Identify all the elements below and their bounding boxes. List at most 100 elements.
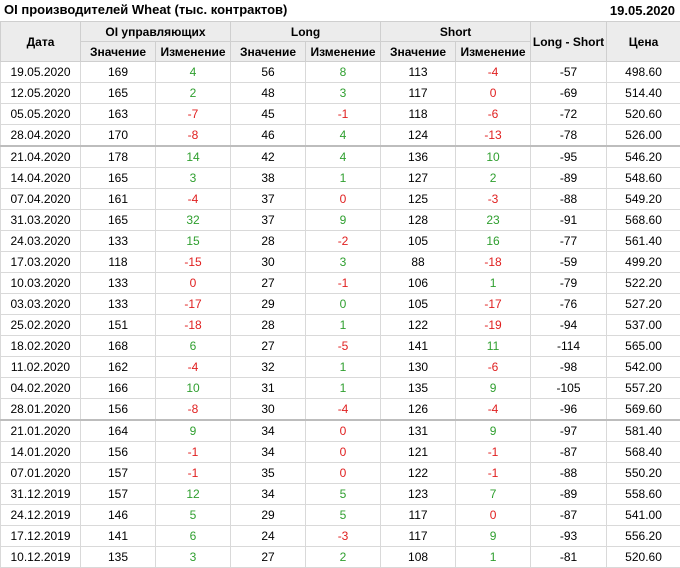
- table-row: 24.12.201914652951170-87541.00: [1, 505, 680, 526]
- cell-price: 548.60: [607, 168, 680, 189]
- table-row: 11.02.2020162-4321130-6-98542.00: [1, 357, 680, 378]
- cell-oi-value: 135: [81, 547, 156, 568]
- table-row: 14.01.2020156-1340121-1-87568.40: [1, 442, 680, 463]
- cell-long-value: 27: [231, 336, 306, 357]
- cell-oi-change: 2: [156, 83, 231, 104]
- cell-long-short: -89: [531, 484, 607, 505]
- cell-short-value: 122: [381, 463, 456, 484]
- header-row-group: Дата OI управляющих Long Short Long - Sh…: [1, 22, 680, 42]
- cell-long-value: 37: [231, 189, 306, 210]
- cell-long-change: 0: [306, 294, 381, 315]
- cell-short-value: 125: [381, 189, 456, 210]
- table-row: 31.12.2019157123451237-89558.60: [1, 484, 680, 505]
- cell-short-value: 135: [381, 378, 456, 399]
- cell-oi-change: 0: [156, 273, 231, 294]
- cell-oi-change: 14: [156, 146, 231, 168]
- table-row: 14.04.202016533811272-89548.60: [1, 168, 680, 189]
- cell-date: 21.04.2020: [1, 146, 81, 168]
- cell-long-short: -91: [531, 210, 607, 231]
- col-header-short-value: Значение: [381, 42, 456, 62]
- table-body: 19.05.20201694568113-4-57498.6012.05.202…: [1, 62, 680, 568]
- cell-price: 522.20: [607, 273, 680, 294]
- cell-price: 558.60: [607, 484, 680, 505]
- cell-long-short: -57: [531, 62, 607, 83]
- cell-price: 520.60: [607, 547, 680, 568]
- cell-long-value: 34: [231, 484, 306, 505]
- cell-date: 07.01.2020: [1, 463, 81, 484]
- oi-table: Дата OI управляющих Long Short Long - Sh…: [0, 21, 680, 568]
- cell-date: 04.02.2020: [1, 378, 81, 399]
- cell-short-change: 11: [456, 336, 531, 357]
- cell-oi-change: 32: [156, 210, 231, 231]
- cell-long-value: 56: [231, 62, 306, 83]
- cell-short-change: 1: [456, 273, 531, 294]
- cell-oi-value: 178: [81, 146, 156, 168]
- cell-oi-value: 169: [81, 62, 156, 83]
- cell-long-value: 32: [231, 357, 306, 378]
- cell-short-change: 1: [456, 547, 531, 568]
- cell-long-short: -59: [531, 252, 607, 273]
- cell-long-change: 5: [306, 505, 381, 526]
- cell-price: 569.60: [607, 399, 680, 421]
- cell-oi-change: -4: [156, 189, 231, 210]
- cell-oi-value: 118: [81, 252, 156, 273]
- cell-long-short: -88: [531, 189, 607, 210]
- cell-date: 28.04.2020: [1, 125, 81, 147]
- table-row: 24.03.20201331528-210516-77561.40: [1, 231, 680, 252]
- cell-long-short: -95: [531, 146, 607, 168]
- cell-date: 14.04.2020: [1, 168, 81, 189]
- cell-long-value: 35: [231, 463, 306, 484]
- cell-short-change: 7: [456, 484, 531, 505]
- cell-date: 21.01.2020: [1, 420, 81, 442]
- table-row: 17.03.2020118-1530388-18-59499.20: [1, 252, 680, 273]
- cell-oi-change: -7: [156, 104, 231, 125]
- cell-oi-value: 163: [81, 104, 156, 125]
- cell-short-change: -18: [456, 252, 531, 273]
- cell-short-value: 105: [381, 294, 456, 315]
- cell-oi-value: 166: [81, 378, 156, 399]
- cell-short-change: 9: [456, 378, 531, 399]
- cell-oi-change: -15: [156, 252, 231, 273]
- page-title: OI производителей Wheat (тыс. контрактов…: [4, 2, 287, 17]
- cell-long-change: 1: [306, 378, 381, 399]
- cell-long-short: -76: [531, 294, 607, 315]
- table-row: 07.04.2020161-4370125-3-88549.20: [1, 189, 680, 210]
- cell-date: 28.01.2020: [1, 399, 81, 421]
- cell-long-value: 46: [231, 125, 306, 147]
- cell-short-change: -4: [456, 62, 531, 83]
- table-row: 10.03.2020133027-11061-79522.20: [1, 273, 680, 294]
- cell-date: 31.03.2020: [1, 210, 81, 231]
- cell-date: 24.12.2019: [1, 505, 81, 526]
- cell-price: 520.60: [607, 104, 680, 125]
- col-header-long-short: Long - Short: [531, 22, 607, 62]
- cell-short-value: 141: [381, 336, 456, 357]
- cell-long-change: -4: [306, 399, 381, 421]
- cell-short-value: 108: [381, 547, 456, 568]
- cell-long-short: -87: [531, 442, 607, 463]
- table-row: 25.02.2020151-18281122-19-94537.00: [1, 315, 680, 336]
- cell-short-value: 127: [381, 168, 456, 189]
- cell-price: 526.00: [607, 125, 680, 147]
- cell-oi-change: 10: [156, 378, 231, 399]
- cell-long-value: 27: [231, 547, 306, 568]
- cell-long-value: 29: [231, 294, 306, 315]
- cell-oi-value: 168: [81, 336, 156, 357]
- cell-long-change: 0: [306, 420, 381, 442]
- col-header-long-value: Значение: [231, 42, 306, 62]
- cell-oi-value: 133: [81, 294, 156, 315]
- cell-short-value: 122: [381, 315, 456, 336]
- cell-short-value: 117: [381, 526, 456, 547]
- cell-long-change: 1: [306, 168, 381, 189]
- cell-short-value: 88: [381, 252, 456, 273]
- cell-date: 12.05.2020: [1, 83, 81, 104]
- cell-short-change: -6: [456, 104, 531, 125]
- table-row: 21.01.202016493401319-97581.40: [1, 420, 680, 442]
- table-row: 17.12.2019141624-31179-93556.20: [1, 526, 680, 547]
- cell-short-change: -4: [456, 399, 531, 421]
- table-row: 07.01.2020157-1350122-1-88550.20: [1, 463, 680, 484]
- cell-short-value: 126: [381, 399, 456, 421]
- table-row: 31.03.20201653237912823-91568.60: [1, 210, 680, 231]
- col-header-oi-value: Значение: [81, 42, 156, 62]
- cell-price: 556.20: [607, 526, 680, 547]
- cell-short-change: 2: [456, 168, 531, 189]
